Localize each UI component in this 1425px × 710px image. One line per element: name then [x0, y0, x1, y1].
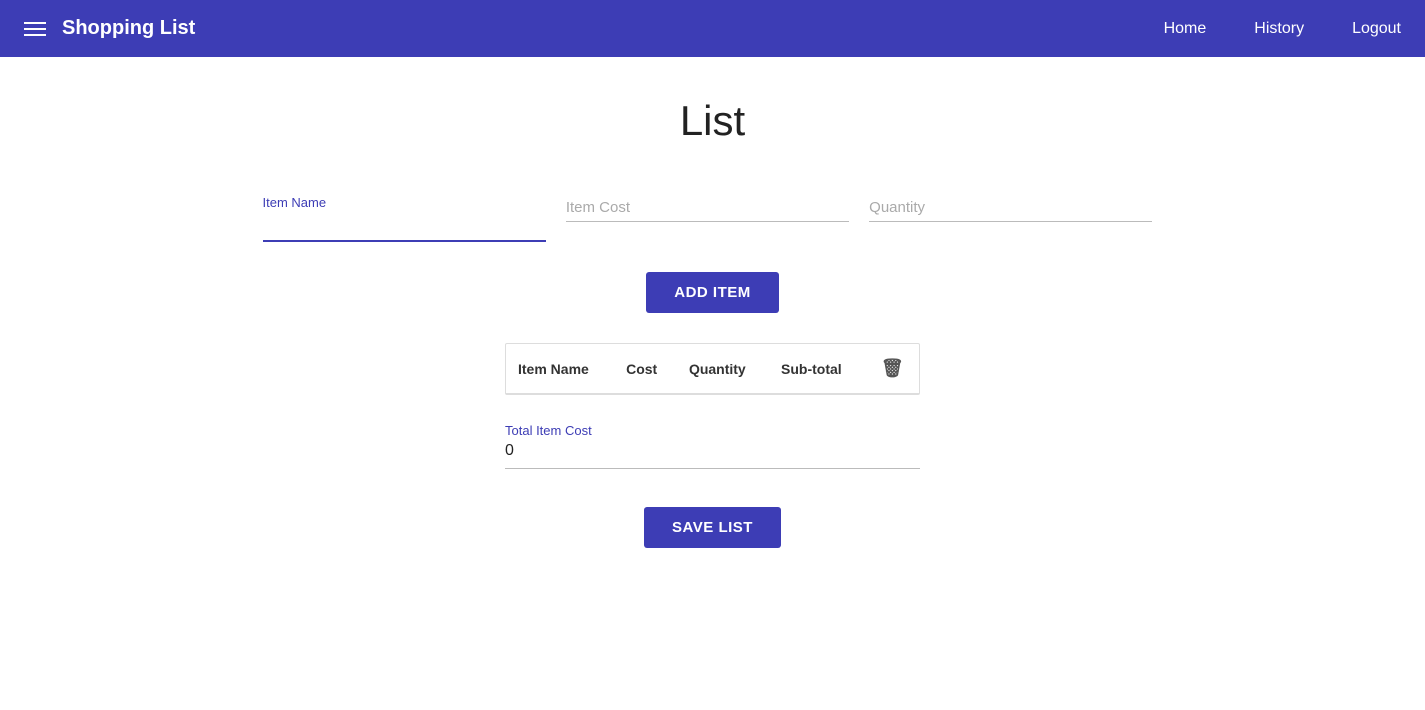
hamburger-menu[interactable]	[24, 22, 46, 36]
col-cost-header: Cost	[614, 344, 677, 394]
items-table-wrapper: Item Name Cost Quantity Sub-total 🗑	[505, 343, 920, 395]
item-name-field: Item Name	[263, 195, 556, 242]
col-quantity-header: Quantity	[677, 344, 769, 394]
nav-home[interactable]: Home	[1164, 20, 1207, 38]
total-value: 0	[505, 442, 920, 469]
nav-logout[interactable]: Logout	[1352, 20, 1401, 38]
table-header-row: Item Name Cost Quantity Sub-total 🗑	[506, 344, 919, 394]
form-row: Item Name	[263, 195, 1163, 242]
navbar: Shopping List Home History Logout	[0, 0, 1425, 57]
app-brand: Shopping List	[62, 17, 1164, 40]
main-content: List Item Name ADD ITEM Item Name Cost Q…	[0, 57, 1425, 588]
navbar-links: Home History Logout	[1164, 20, 1401, 38]
col-item-name-header: Item Name	[506, 344, 614, 394]
delete-all-icon[interactable]: 🗑	[881, 358, 904, 378]
quantity-input[interactable]	[869, 195, 1152, 222]
item-name-input[interactable]	[263, 214, 546, 242]
page-title: List	[680, 97, 745, 145]
item-name-label: Item Name	[263, 195, 546, 210]
item-cost-input[interactable]	[566, 195, 849, 222]
items-table: Item Name Cost Quantity Sub-total 🗑	[506, 344, 919, 394]
col-delete-all-header: 🗑	[866, 344, 919, 394]
col-subtotal-header: Sub-total	[769, 344, 866, 394]
item-cost-field	[556, 195, 859, 242]
nav-history[interactable]: History	[1254, 20, 1304, 38]
save-list-button[interactable]: SAVE LIST	[644, 507, 781, 548]
total-label: Total Item Cost	[505, 423, 920, 438]
add-item-button[interactable]: ADD ITEM	[646, 272, 779, 313]
quantity-field	[859, 195, 1162, 242]
total-section: Total Item Cost 0	[505, 415, 920, 477]
